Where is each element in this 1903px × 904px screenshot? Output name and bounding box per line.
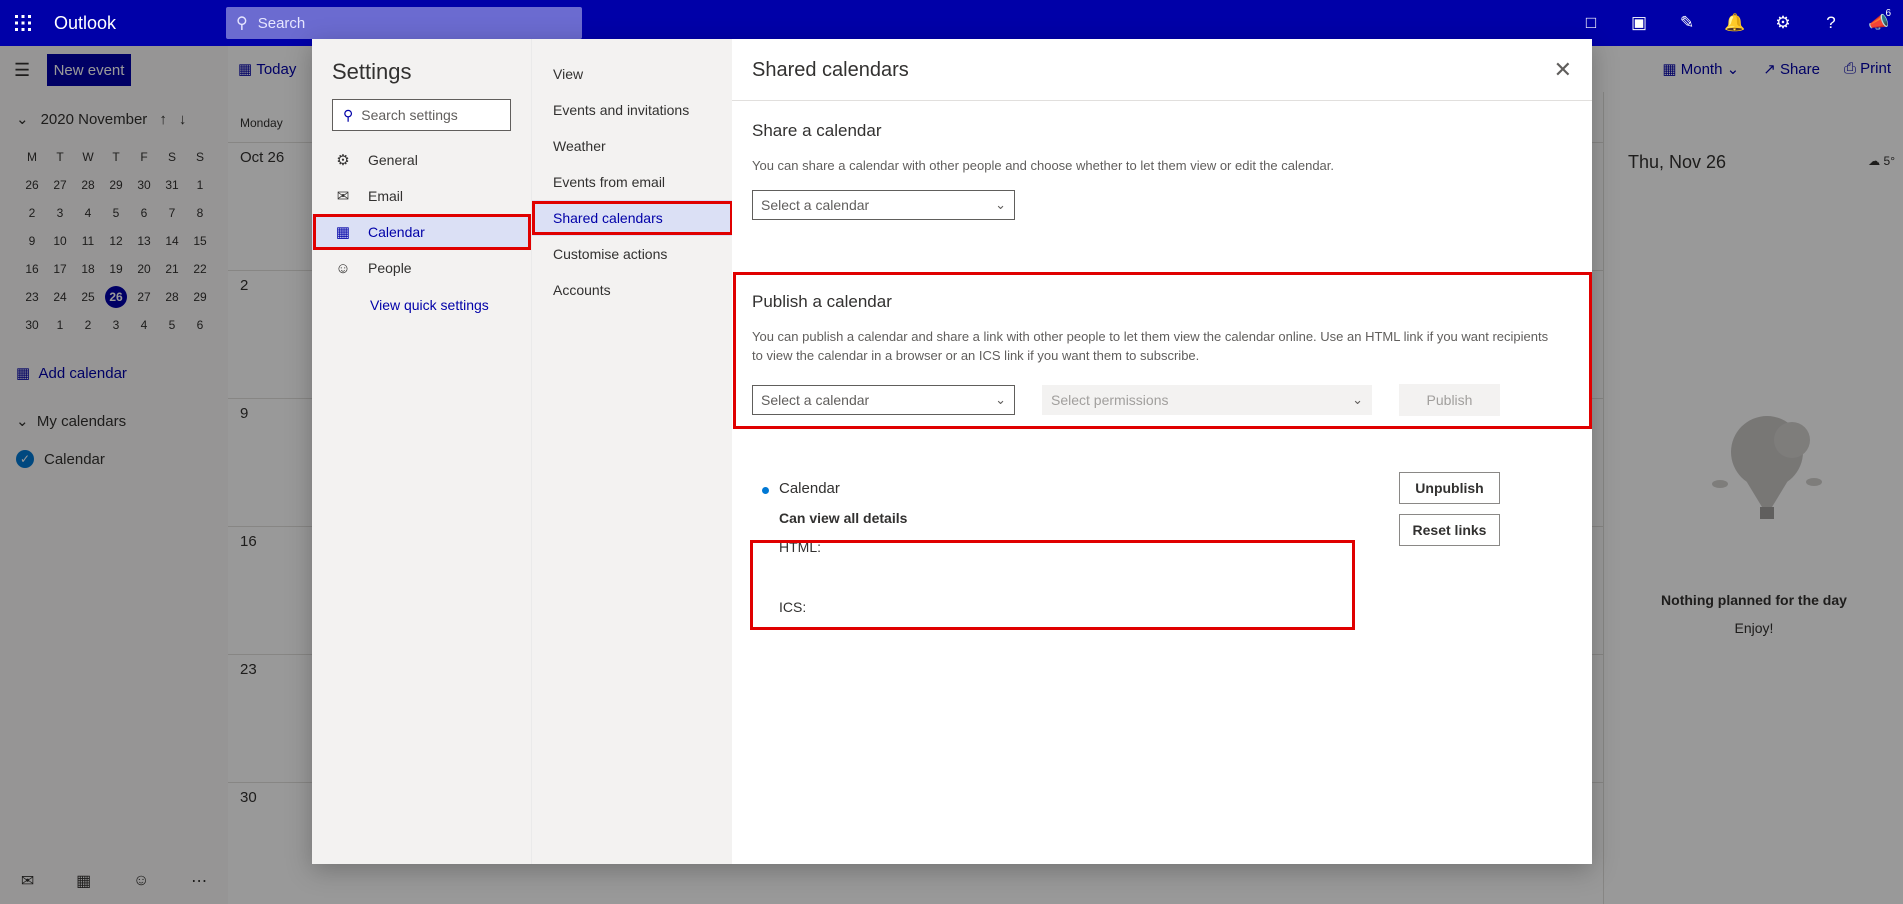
search-placeholder: Search [257,14,306,32]
reset-links-button[interactable]: Reset links [1399,514,1500,546]
bullet-icon [762,487,769,494]
share-heading: Share a calendar [752,121,882,140]
share-description: You can share a calendar with other peop… [752,158,1335,173]
publish-description: You can publish a calendar and share a l… [752,329,1549,363]
search-icon: ⚲ [343,106,354,123]
html-link-label: HTML: [779,539,821,555]
published-calendar-name: Calendar [779,480,840,497]
subcategory-shared-calendars[interactable]: Shared calendars [532,200,733,236]
chevron-down-icon: ⌄ [995,392,1006,407]
chevron-down-icon: ⌄ [995,197,1006,212]
publish-calendar-select-value: Select a calendar [761,392,870,408]
settings-dialog: Settings ⚲ Search settings ⚙ General ✉ E… [312,39,1592,864]
gear-icon: ⚙ [336,152,350,169]
pane-title: Shared calendars [752,59,909,81]
bell-icon[interactable]: 🔔 [1711,0,1759,46]
calendar-icon: ▦ [335,224,351,241]
settings-search-input[interactable]: ⚲ Search settings [332,99,511,131]
highlight-box [750,540,1355,630]
category-people[interactable]: ☺ People [312,250,531,286]
search-input[interactable]: ⚲ Search [226,7,582,39]
subcategory-view[interactable]: View [532,56,733,92]
pane-divider [732,100,1592,101]
settings-search-placeholder: Search settings [361,107,458,123]
settings-subcategories: View Events and invitations Weather Even… [531,39,733,864]
category-general[interactable]: ⚙ General [312,142,531,178]
waffle-icon[interactable] [0,0,46,46]
app-name[interactable]: Outlook [54,13,226,34]
chevron-down-icon: ⌄ [1352,392,1363,407]
mail-icon: ✉ [336,188,350,205]
notification-count: 6 [1885,8,1891,19]
close-icon[interactable]: ✕ [1554,57,1572,83]
permissions-select-value: Select permissions [1051,392,1169,408]
feedback-icon[interactable]: ✎ [1663,0,1711,46]
category-label: General [368,152,418,168]
publish-button[interactable]: Publish [1399,384,1500,416]
permissions-select[interactable]: Select permissions ⌄ [1042,385,1372,415]
category-label: Calendar [368,224,425,240]
subcategory-weather[interactable]: Weather [532,128,733,164]
category-email[interactable]: ✉ Email [312,178,531,214]
share-calendar-select-value: Select a calendar [761,197,870,213]
published-permission: Can view all details [779,510,908,526]
share-calendar-select[interactable]: Select a calendar ⌄ [752,190,1015,220]
megaphone-icon[interactable]: 📣 6 [1855,0,1903,46]
subcategory-customise-actions[interactable]: Customise actions [532,236,733,272]
settings-categories: Settings ⚲ Search settings ⚙ General ✉ E… [312,39,531,864]
subcategory-accounts[interactable]: Accounts [532,272,733,308]
ics-link-label: ICS: [779,599,807,615]
my-day-icon[interactable]: ▣ [1615,0,1663,46]
people-icon: ☺ [335,259,351,277]
category-calendar[interactable]: ▦ Calendar [312,214,531,250]
subcategory-events-and-invitations[interactable]: Events and invitations [532,92,733,128]
search-icon: ⚲ [236,15,248,32]
gear-icon[interactable]: ⚙ [1759,0,1807,46]
unpublish-button[interactable]: Unpublish [1399,472,1500,504]
category-label: People [368,260,412,276]
top-icons: □ ▣ ✎ 🔔 ⚙ ? 📣 6 [1567,0,1903,46]
view-quick-settings-link[interactable]: View quick settings [370,297,489,313]
publish-calendar-select[interactable]: Select a calendar ⌄ [752,385,1015,415]
settings-title: Settings [332,59,412,84]
shared-calendars-pane: Shared calendars ✕ Share a calendar You … [732,39,1592,864]
subcategory-events-from-email[interactable]: Events from email [532,164,733,200]
category-label: Email [368,188,404,204]
publish-heading: Publish a calendar [752,292,892,311]
help-icon[interactable]: ? [1807,0,1855,46]
